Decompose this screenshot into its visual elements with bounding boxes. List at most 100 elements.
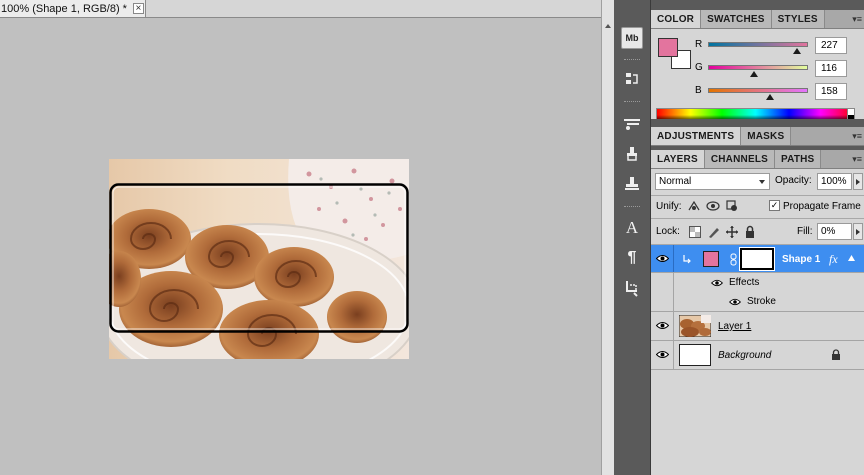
eye-icon[interactable] — [729, 298, 741, 306]
layer-name[interactable]: Background — [718, 350, 771, 361]
panel-menu-icon[interactable]: ▾≡ — [852, 14, 862, 25]
blend-mode-value: Normal — [659, 176, 692, 187]
green-slider-track[interactable] — [708, 65, 808, 70]
opacity-field[interactable]: 100% — [817, 173, 852, 190]
scroll-up-icon[interactable] — [605, 24, 611, 28]
blend-mode-dropdown[interactable]: Normal — [655, 173, 770, 190]
layers-panel: Normal Opacity: 100% Unify: ✓ Propagate … — [651, 169, 864, 475]
dock-separator — [624, 101, 640, 104]
foreground-color-swatch[interactable] — [658, 38, 678, 57]
color-panel: R 227 G 116 B 158 — [651, 29, 864, 128]
eye-icon — [656, 322, 669, 329]
red-slider-thumb[interactable] — [793, 48, 801, 54]
history-icon[interactable] — [621, 68, 643, 90]
propagate-frame-label: Propagate Frame — [783, 201, 861, 212]
lock-position-icon[interactable] — [725, 225, 739, 239]
visibility-toggle[interactable] — [651, 341, 674, 369]
visibility-toggle[interactable] — [651, 312, 674, 340]
blue-label: B — [695, 85, 702, 96]
clone-source-icon[interactable] — [621, 143, 643, 165]
tab-styles[interactable]: STYLES — [771, 10, 825, 28]
tab-channels[interactable]: CHANNELS — [704, 150, 776, 168]
tab-masks[interactable]: MASKS — [741, 127, 792, 145]
blue-slider-row: B 158 — [695, 83, 863, 105]
document-tab-strip — [146, 0, 601, 18]
red-label: R — [695, 39, 703, 50]
tab-paths[interactable]: PATHS — [775, 150, 822, 168]
tab-adjustments[interactable]: ADJUSTMENTS — [651, 127, 742, 145]
blue-value-field[interactable]: 158 — [815, 83, 847, 100]
green-slider-thumb[interactable] — [749, 71, 758, 77]
layer-effects-row[interactable]: Effects — [651, 273, 864, 292]
link-chain-icon[interactable] — [730, 253, 737, 266]
collapse-effects-icon[interactable] — [848, 255, 855, 261]
tab-layers[interactable]: LAYERS — [651, 150, 705, 168]
unify-position-icon[interactable] — [687, 199, 701, 213]
eye-icon — [656, 351, 669, 358]
red-slider-track[interactable] — [708, 42, 808, 47]
layer-color-swatch[interactable] — [703, 251, 719, 267]
fx-icon[interactable]: fx — [829, 252, 838, 267]
layer-name[interactable]: Layer 1 — [718, 321, 751, 332]
opacity-slider-toggle-icon[interactable] — [853, 173, 863, 190]
unify-visibility-icon[interactable] — [706, 199, 720, 213]
panel-menu-icon[interactable]: ▾≡ — [852, 154, 862, 165]
layer-thumbnail[interactable] — [679, 315, 711, 337]
layer-row-layer-1[interactable]: Layer 1 — [651, 312, 864, 341]
character-label: A — [625, 218, 639, 237]
layer-effect-stroke-row[interactable]: Stroke — [651, 292, 864, 312]
brush-presets-icon[interactable] — [621, 113, 643, 135]
unify-style-icon[interactable] — [725, 199, 739, 213]
green-value-field[interactable]: 116 — [815, 60, 847, 77]
paragraph-label: ¶ — [627, 249, 637, 266]
panels-column: COLOR SWATCHES STYLES ▾≡ R 227 G 116 B 1… — [651, 0, 864, 475]
fill-slider-toggle-icon[interactable] — [853, 223, 863, 240]
panel-dock: Mb A ¶ — [614, 0, 651, 475]
stroke-effect-label: Stroke — [747, 296, 776, 307]
layer-name[interactable]: Shape 1 — [782, 254, 820, 265]
divider — [651, 218, 864, 219]
vertical-scrollbar[interactable] — [601, 0, 614, 475]
layer-row-shape-1[interactable]: Shape 1 fx — [651, 245, 864, 273]
visibility-spacer — [651, 292, 674, 311]
cinnamon-rolls-photo — [109, 159, 409, 359]
lock-transparency-icon[interactable] — [688, 225, 702, 239]
visibility-toggle[interactable] — [651, 245, 674, 272]
green-label: G — [695, 62, 703, 73]
vector-mask-thumbnail[interactable] — [739, 247, 775, 271]
divider — [651, 195, 864, 196]
image-canvas[interactable] — [109, 159, 409, 359]
eye-icon[interactable] — [711, 279, 723, 287]
fill-field[interactable]: 0% — [817, 223, 852, 240]
notes-icon[interactable] — [621, 277, 643, 299]
chevron-down-icon — [759, 180, 765, 184]
close-tab-icon[interactable]: × — [132, 3, 144, 14]
document-window: 100% (Shape 1, RGB/8) * × — [0, 0, 601, 475]
document-tab[interactable]: 100% (Shape 1, RGB/8) * × — [0, 0, 146, 18]
mini-bridge-icon[interactable]: Mb — [621, 27, 643, 49]
layers-list-empty-area — [651, 370, 864, 475]
character-icon[interactable]: A — [621, 217, 643, 239]
document-tab-title: 100% (Shape 1, RGB/8) * — [1, 2, 127, 15]
lock-image-pixels-icon[interactable] — [707, 225, 721, 239]
paragraph-icon[interactable]: ¶ — [621, 247, 643, 269]
panel-group-header[interactable] — [651, 0, 864, 10]
blue-slider-thumb[interactable] — [766, 94, 774, 100]
tab-color[interactable]: COLOR — [651, 10, 702, 28]
layer-row-background[interactable]: Background — [651, 341, 864, 370]
color-panel-tabs: COLOR SWATCHES STYLES ▾≡ — [651, 10, 864, 29]
tool-presets-icon[interactable] — [621, 173, 643, 195]
lock-all-icon[interactable] — [743, 225, 757, 239]
effects-label: Effects — [729, 277, 760, 288]
dock-separator — [624, 206, 640, 209]
propagate-frame-checkbox[interactable]: ✓ — [769, 200, 780, 211]
lock-label: Lock: — [656, 226, 680, 237]
blue-slider-track[interactable] — [708, 88, 808, 93]
red-value-field[interactable]: 227 — [815, 37, 847, 54]
layers-panel-tabs: LAYERS CHANNELS PATHS ▾≡ — [651, 150, 864, 169]
panel-group-header[interactable] — [651, 119, 864, 127]
panel-menu-icon[interactable]: ▾≡ — [852, 131, 862, 142]
layer-thumbnail[interactable] — [679, 344, 711, 366]
unify-label: Unify: — [656, 201, 682, 212]
tab-swatches[interactable]: SWATCHES — [701, 10, 772, 28]
